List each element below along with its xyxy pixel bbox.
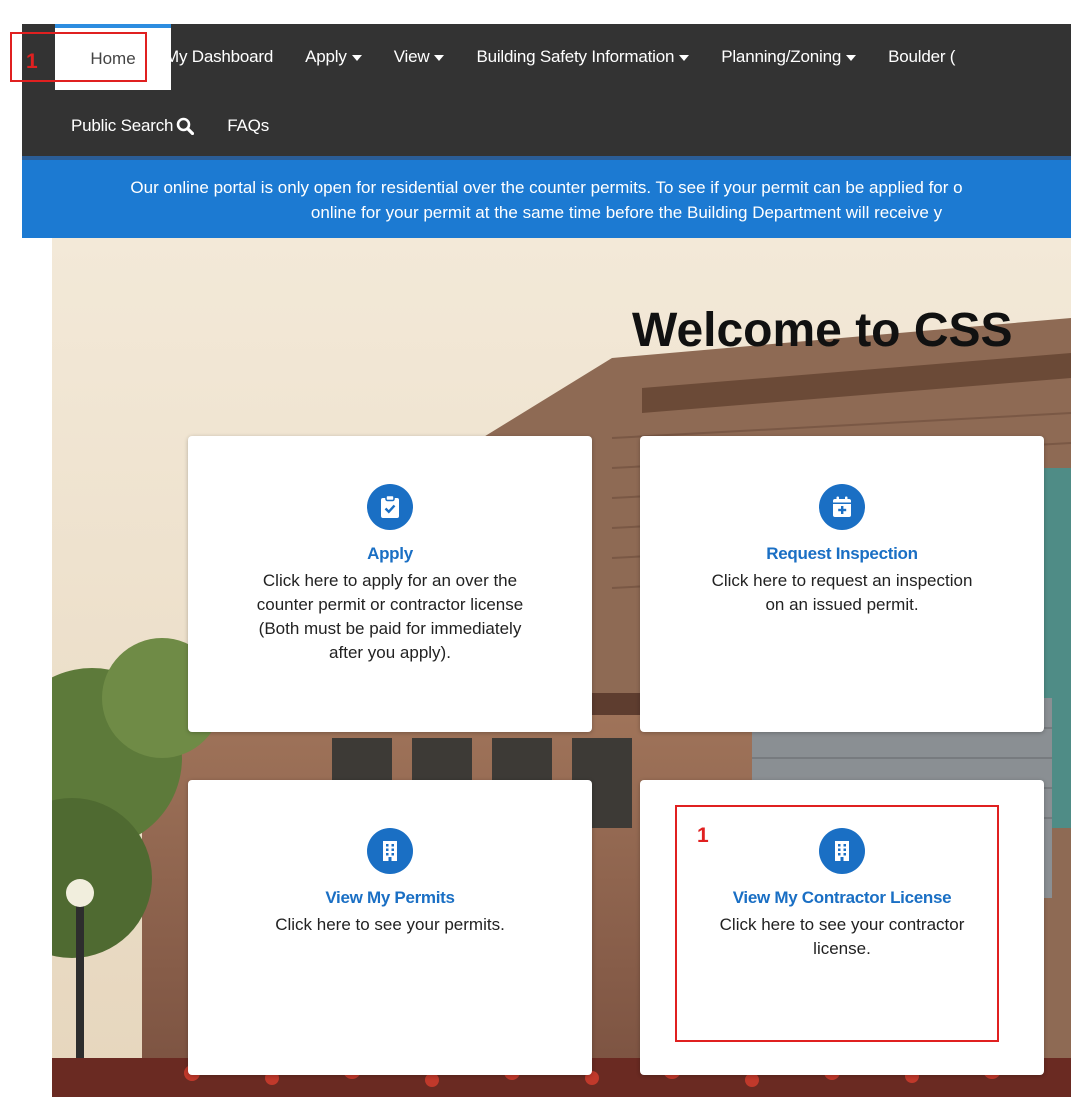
nav-row-secondary: Public Search FAQs bbox=[55, 96, 286, 156]
annotation-number-contractor-license: 1 bbox=[697, 824, 709, 847]
nav-item-my-dashboard[interactable]: My Dashboard bbox=[148, 24, 288, 90]
nav-item-planning-zoning[interactable]: Planning/Zoning bbox=[704, 24, 871, 90]
nav-item-view[interactable]: View bbox=[377, 24, 460, 90]
nav-row-primary: My Dashboard Apply View Building Safety … bbox=[148, 24, 970, 90]
top-navbar: Home My Dashboard Apply View Building Sa… bbox=[22, 24, 1071, 156]
nav-item-label: My Dashboard bbox=[165, 47, 274, 66]
welcome-heading: Welcome to CSS bbox=[632, 304, 1013, 357]
apply-card-description: Click here to apply for an over the coun… bbox=[188, 569, 592, 665]
view-my-permits-card[interactable]: View My Permits Click here to see your p… bbox=[188, 780, 592, 1075]
caret-down-icon bbox=[351, 55, 362, 61]
request-inspection-card-title[interactable]: Request Inspection bbox=[640, 544, 1044, 564]
nav-item-label: View bbox=[393, 47, 430, 66]
annotation-number-home: 1 bbox=[26, 50, 38, 73]
description-line: Click here to apply for an over the bbox=[262, 571, 518, 590]
nav-item-building-safety[interactable]: Building Safety Information bbox=[459, 24, 704, 90]
view-my-permits-card-title[interactable]: View My Permits bbox=[188, 888, 592, 908]
description-line: on an issued permit. bbox=[765, 595, 919, 614]
description-line: after you apply). bbox=[329, 643, 451, 662]
nav-item-label: Public Search bbox=[71, 116, 174, 135]
building-icon bbox=[367, 828, 413, 874]
nav-item-label: Building Safety Information bbox=[476, 47, 675, 66]
page: Home My Dashboard Apply View Building Sa… bbox=[0, 0, 1071, 1097]
view-my-permits-card-description: Click here to see your permits. bbox=[188, 913, 592, 937]
caret-down-icon bbox=[679, 55, 690, 61]
description-line: counter permit or contractor license bbox=[256, 595, 524, 614]
request-inspection-card-description: Click here to request an inspection on a… bbox=[640, 569, 1044, 617]
clipboard-check-icon bbox=[367, 484, 413, 530]
nav-item-label: FAQs bbox=[227, 116, 270, 135]
nav-item-label: Boulder ( bbox=[888, 47, 956, 66]
description-line: Click here to request an inspection bbox=[711, 571, 973, 590]
nav-item-apply[interactable]: Apply bbox=[288, 24, 377, 90]
caret-down-icon bbox=[846, 55, 857, 61]
banner-line-1: Our online portal is only open for resid… bbox=[130, 178, 963, 197]
caret-down-icon bbox=[434, 55, 445, 61]
apply-card[interactable]: Apply Click here to apply for an over th… bbox=[188, 436, 592, 732]
description-line: Click here to see your permits. bbox=[275, 915, 505, 934]
description-line: (Both must be paid for immediately bbox=[258, 619, 522, 638]
nav-item-label: Apply bbox=[305, 47, 347, 66]
notice-banner: Our online portal is only open for resid… bbox=[22, 156, 1071, 238]
annotation-box-contractor-license bbox=[675, 805, 999, 1042]
nav-item-public-search[interactable]: Public Search bbox=[55, 96, 211, 156]
calendar-plus-icon bbox=[819, 484, 865, 530]
request-inspection-card[interactable]: Request Inspection Click here to request… bbox=[640, 436, 1044, 732]
nav-item-label: Planning/Zoning bbox=[721, 47, 842, 66]
apply-card-title[interactable]: Apply bbox=[188, 544, 592, 564]
search-icon bbox=[176, 117, 195, 135]
nav-item-boulder[interactable]: Boulder ( bbox=[871, 24, 970, 90]
nav-item-faqs[interactable]: FAQs bbox=[211, 96, 286, 156]
banner-line-2: online for your permit at the same time … bbox=[310, 203, 943, 222]
